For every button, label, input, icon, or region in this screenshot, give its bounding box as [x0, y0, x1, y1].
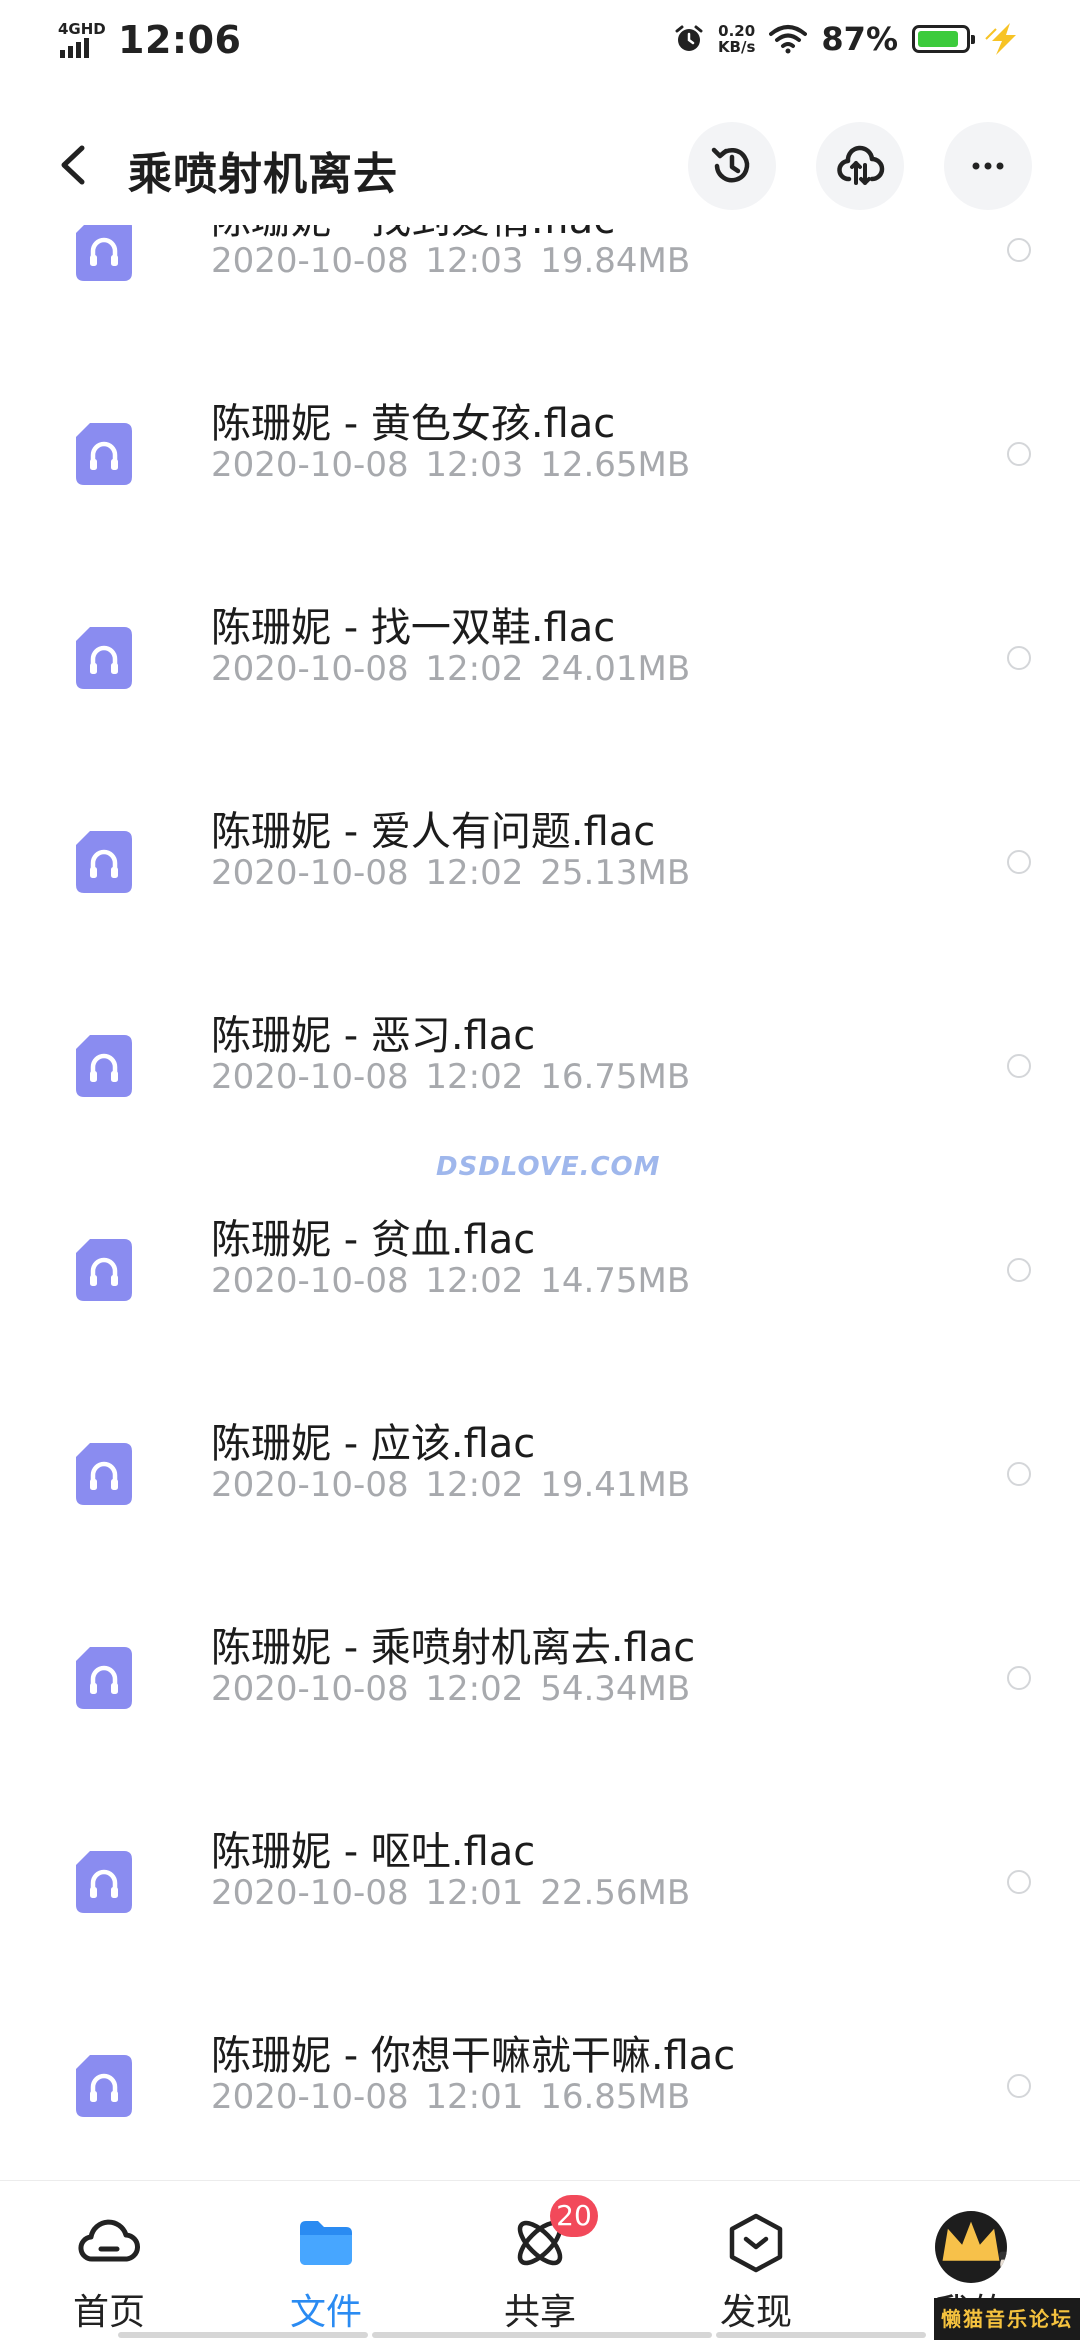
network-type: 4GHD — [58, 20, 106, 38]
charging-bolt-icon — [985, 23, 1016, 55]
list-item[interactable]: 陈珊妮 - 找一双鞋.flac 2020-10-08 12:02 24.01MB — [0, 545, 1080, 749]
select-checkbox[interactable] — [1007, 1666, 1031, 1690]
share-badge: 20 — [550, 2195, 598, 2237]
history-button[interactable] — [688, 122, 776, 210]
gesture-bar — [118, 2332, 368, 2338]
nav-share-label: 共享 — [503, 2292, 576, 2333]
nav-files-label: 文件 — [289, 2292, 362, 2333]
header: 乘喷射机离去 — [0, 110, 1080, 220]
net-speed: 0.20 KB/s — [717, 22, 756, 56]
audio-file-icon — [76, 423, 132, 485]
list-item[interactable]: 陈珊妮 - 爱人有问题.flac 2020-10-08 12:02 25.13MB — [0, 749, 1080, 953]
bottom-nav: 首页 文件 20 共享 发现 我 — [0, 2180, 1080, 2341]
audio-file-icon — [76, 1851, 132, 1913]
crown-icon — [942, 2221, 1000, 2261]
file-meta: 2020-10-08 12:02 14.75MB — [211, 1261, 691, 1301]
select-checkbox[interactable] — [1007, 442, 1031, 466]
audio-file-icon — [76, 225, 132, 281]
select-checkbox[interactable] — [1007, 238, 1031, 262]
nav-discover[interactable]: 发现 — [681, 2181, 831, 2341]
folder-icon — [300, 2221, 352, 2265]
audio-file-icon — [76, 831, 132, 893]
file-meta: 2020-10-08 12:01 16.85MB — [211, 2077, 691, 2117]
alarm-icon — [675, 25, 703, 51]
nav-home[interactable]: 首页 — [34, 2181, 184, 2341]
select-checkbox[interactable] — [1007, 1462, 1031, 1486]
audio-file-icon — [76, 2055, 132, 2117]
more-button[interactable] — [944, 122, 1032, 210]
battery-icon — [912, 25, 975, 53]
page-title: 乘喷射机离去 — [128, 149, 398, 200]
file-list: 陈珊妮 - 找到爱情.flac2020-10-08 12:03 19.84MB陈… — [0, 225, 1080, 2180]
clock: 12:06 — [118, 18, 242, 62]
select-checkbox[interactable] — [1007, 646, 1031, 670]
battery-percent: 87% — [821, 20, 898, 58]
select-checkbox[interactable] — [1007, 1054, 1031, 1078]
forum-stamp: 懒猫音乐论坛 — [934, 2298, 1080, 2340]
cloud-transfer-icon — [837, 145, 885, 185]
status-bar: 4GHD 12:06 0.20 KB/s 87% — [0, 0, 1080, 90]
audio-file-icon — [76, 1647, 132, 1709]
file-name: 陈珊妮 - 呕吐.flac — [211, 1829, 536, 1875]
file-meta: 2020-10-08 12:02 54.34MB — [211, 1669, 691, 1709]
more-icon — [972, 162, 1004, 170]
signal-icon: 4GHD — [58, 20, 106, 60]
list-item[interactable]: 陈珊妮 - 黄色女孩.flac 2020-10-08 12:03 12.65MB — [0, 341, 1080, 545]
list-item[interactable]: 陈珊妮 - 找到爱情.flac2020-10-08 12:03 19.84MB — [0, 225, 1080, 341]
select-checkbox[interactable] — [1007, 2074, 1031, 2098]
file-meta: 2020-10-08 12:02 25.13MB — [211, 853, 691, 893]
audio-file-icon — [76, 1035, 132, 1097]
list-item[interactable]: 陈珊妮 - 贫血.flac 2020-10-08 12:02 14.75MB — [0, 1157, 1080, 1361]
file-meta: 2020-10-08 12:02 19.41MB — [211, 1465, 691, 1505]
audio-file-icon — [76, 1443, 132, 1505]
discover-box-icon — [729, 2213, 783, 2273]
cloud-transfer-button[interactable] — [816, 122, 904, 210]
file-name: 陈珊妮 - 爱人有问题.flac — [211, 809, 656, 855]
nav-share[interactable]: 20 共享 — [465, 2181, 615, 2341]
file-name: 陈珊妮 - 你想干嘛就干嘛.flac — [211, 2033, 736, 2079]
wifi-icon — [769, 25, 808, 54]
file-meta: 2020-10-08 12:02 24.01MB — [211, 649, 691, 689]
file-name: 陈珊妮 - 恶习.flac — [211, 1013, 536, 1059]
gesture-bar — [716, 2332, 926, 2338]
file-name: 陈珊妮 - 找一双鞋.flac — [211, 605, 616, 651]
file-meta: 2020-10-08 12:02 16.75MB — [211, 1057, 691, 1097]
file-name: 陈珊妮 - 贫血.flac — [211, 1217, 536, 1263]
history-icon — [711, 147, 750, 183]
file-name: 陈珊妮 - 应该.flac — [211, 1421, 536, 1467]
select-checkbox[interactable] — [1007, 1258, 1031, 1282]
back-button[interactable] — [52, 140, 96, 190]
list-item[interactable]: 陈珊妮 - 你想干嘛就干嘛.flac 2020-10-08 12:01 16.85… — [0, 1973, 1080, 2177]
file-name: 陈珊妮 - 乘喷射机离去.flac — [211, 1625, 696, 1671]
select-checkbox[interactable] — [1007, 850, 1031, 874]
select-checkbox[interactable] — [1007, 1870, 1031, 1894]
file-meta: 2020-10-08 12:03 12.65MB — [211, 445, 691, 485]
audio-file-icon — [76, 1239, 132, 1301]
nav-files[interactable]: 文件 — [251, 2181, 401, 2341]
file-meta: 2020-10-08 12:03 19.84MB — [211, 241, 691, 281]
file-name: 陈珊妮 - 黄色女孩.flac — [211, 401, 616, 447]
cloud-home-icon — [78, 2219, 140, 2262]
file-meta: 2020-10-08 12:01 22.56MB — [211, 1873, 691, 1913]
nav-home-label: 首页 — [72, 2292, 145, 2333]
gesture-bar — [372, 2332, 712, 2338]
list-item[interactable]: 陈珊妮 - 乘喷射机离去.flac 2020-10-08 12:02 54.34M… — [0, 1565, 1080, 1769]
list-item[interactable]: 陈珊妮 - 呕吐.flac 2020-10-08 12:01 22.56MB — [0, 1769, 1080, 1973]
list-item[interactable]: 陈珊妮 - 应该.flac 2020-10-08 12:02 19.41MB — [0, 1361, 1080, 1565]
nav-discover-label: 发现 — [719, 2292, 792, 2333]
watermark: DSDLOVE.COM — [436, 1152, 661, 1182]
list-item[interactable]: 陈珊妮 - 恶习.flac 2020-10-08 12:02 16.75MB — [0, 953, 1080, 1157]
audio-file-icon — [76, 627, 132, 689]
